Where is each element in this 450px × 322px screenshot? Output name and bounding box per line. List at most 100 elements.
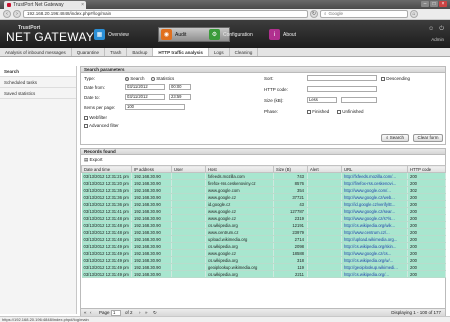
next-page-icon[interactable]: › xyxy=(139,309,141,316)
last-page-icon[interactable]: » xyxy=(145,309,148,316)
advanced-filter-toggle[interactable]: Advanced filter xyxy=(84,123,119,128)
table-cell[interactable]: http://cs.wikipedia.org/skin... xyxy=(341,242,408,250)
table-cell[interactable]: http://cs.wikipedia.org/... xyxy=(341,270,408,278)
table-row[interactable]: 03/13/2012 12:31:48 pm 192.168.30.90 cs.wi… xyxy=(81,221,446,229)
nav-about[interactable]: i About xyxy=(267,27,315,42)
nav-configuration[interactable]: ⚙ Configuration xyxy=(207,27,269,42)
home-icon[interactable]: ⌂ xyxy=(410,10,418,18)
browser-search-input[interactable]: ⌕ Google xyxy=(320,10,408,18)
table-row[interactable]: 03/13/2012 12:31:21 pm 192.168.30.90 fxfee… xyxy=(81,172,446,180)
column-header[interactable]: User xyxy=(171,165,206,173)
table-cell[interactable]: http://www.google.cz/web... xyxy=(341,193,408,201)
user-icon[interactable]: ☺ xyxy=(428,26,434,33)
table-cell: www.google.com xyxy=(205,186,274,194)
column-header[interactable]: Alert xyxy=(307,165,342,173)
column-header[interactable]: IP address xyxy=(131,165,172,173)
date-to-input[interactable]: 03/11/2012 xyxy=(125,94,165,100)
minimize-icon[interactable]: – xyxy=(421,1,429,7)
browser-tab[interactable]: TrustPort Net Gateway × xyxy=(4,1,86,9)
table-row[interactable]: 03/13/2012 12:31:49 pm 192.168.30.90 cs.wi… xyxy=(81,270,446,278)
descending-checkbox[interactable]: Descending xyxy=(381,76,410,81)
subtab-http-traffic[interactable]: HTTP traffic analysis xyxy=(153,48,209,56)
items-per-page-select[interactable]: 100 xyxy=(125,104,185,110)
table-row[interactable]: 03/13/2012 12:31:49 pm 192.168.30.90 www.g… xyxy=(81,249,446,257)
table-cell xyxy=(171,207,206,215)
table-cell xyxy=(171,193,206,201)
table-row[interactable]: 03/13/2012 12:31:36 pm 192.168.30.90 id.go… xyxy=(81,200,446,208)
table-cell[interactable]: http://www.google.cz/s?/s... xyxy=(341,214,408,222)
table-row[interactable]: 03/13/2012 12:31:48 pm 192.168.30.90 www.g… xyxy=(81,214,446,222)
prev-page-icon[interactable]: ‹ xyxy=(90,309,92,316)
tab-title: TrustPort Net Gateway xyxy=(13,2,64,8)
table-cell: 192.168.30.90 xyxy=(131,256,172,264)
descending-label: Descending xyxy=(386,76,411,81)
reload-icon[interactable]: ↻ xyxy=(310,10,318,18)
column-header[interactable]: Size (B) xyxy=(273,165,308,173)
table-cell[interactable]: http://upload.wikimedia.org... xyxy=(341,235,408,243)
table-row[interactable]: 03/13/2012 12:31:49 pm 192.168.30.90 cs.wi… xyxy=(81,256,446,264)
table-cell: 200 xyxy=(407,242,446,250)
size-input[interactable] xyxy=(341,97,377,103)
sidebar-item-saved-statistics[interactable]: Saved statistics xyxy=(0,88,76,99)
table-row[interactable]: 03/13/2012 12:31:49 pm 192.168.30.90 geoip… xyxy=(81,263,446,271)
type-search-radio[interactable]: Search xyxy=(125,76,145,81)
maximize-icon[interactable]: □ xyxy=(430,1,438,7)
column-header[interactable]: HTTP code xyxy=(407,165,446,173)
column-header[interactable]: Date and time xyxy=(81,165,132,173)
first-page-icon[interactable]: « xyxy=(84,309,87,316)
table-row[interactable]: 03/13/2012 12:31:36 pm 192.168.30.90 www.g… xyxy=(81,193,446,201)
table-cell[interactable]: http://www.google.cz/cs... xyxy=(341,249,408,257)
type-statistics-radio[interactable]: Statistics xyxy=(151,76,174,81)
table-cell[interactable]: http://www.centrum.cz/... xyxy=(341,228,408,236)
subtab-quarantine[interactable]: Quarantine xyxy=(72,48,106,56)
table-cell xyxy=(171,172,206,180)
power-icon[interactable]: ⏻ xyxy=(439,26,444,33)
size-operator-select[interactable]: Less xyxy=(307,97,337,103)
time-to-input[interactable]: 23:59 xyxy=(169,94,191,100)
sort-select[interactable] xyxy=(307,75,377,81)
table-row[interactable]: 03/13/2012 12:31:20 pm 192.168.30.90 firef… xyxy=(81,179,446,187)
column-header[interactable]: URL xyxy=(341,165,408,173)
sidebar-item-search[interactable]: Search xyxy=(0,66,76,77)
back-icon[interactable]: ‹ xyxy=(3,10,11,18)
table-row[interactable]: 03/13/2012 12:31:48 pm 192.168.30.90 uploa… xyxy=(81,235,446,243)
table-cell[interactable]: http://geoiplookup.wikimedi... xyxy=(341,263,408,271)
address-bar[interactable]: 192.168.20.196:4848/index.php#/log/main xyxy=(23,10,308,18)
subtab-backup[interactable]: Backup xyxy=(127,48,154,56)
close-window-icon[interactable]: × xyxy=(439,1,447,7)
finished-checkbox[interactable]: Finished xyxy=(307,109,329,114)
table-cell[interactable]: http://fxfeeds.mozilla.com/... xyxy=(341,172,408,180)
table-row[interactable]: 03/13/2012 12:31:48 pm 192.168.30.90 www.c… xyxy=(81,228,446,236)
refresh-icon[interactable]: ↻ xyxy=(153,309,157,316)
nav-overview[interactable]: ▦ Overview xyxy=(92,27,146,42)
table-row[interactable]: 03/13/2012 12:31:41 pm 192.168.30.90 www.g… xyxy=(81,207,446,215)
table-cell[interactable]: http://firefox-rss.ceskenovi... xyxy=(341,179,408,187)
subtab-trash[interactable]: Trash xyxy=(105,48,128,56)
sidebar-item-scheduled-tasks[interactable]: Scheduled tasks xyxy=(0,77,76,88)
table-row[interactable]: 03/13/2012 12:31:35 pm 192.168.30.90 www.g… xyxy=(81,186,446,194)
http-code-input[interactable] xyxy=(307,86,377,92)
table-cell[interactable]: http://cs.wikipedia.org/w/... xyxy=(341,256,408,264)
forward-icon[interactable]: › xyxy=(13,10,21,18)
table-cell[interactable]: http://www.google.cz/sear... xyxy=(341,207,408,215)
tab-close-icon[interactable]: × xyxy=(81,2,84,8)
table-cell[interactable]: http://cs.wikipedia.org/wik... xyxy=(341,221,408,229)
subtab-logs[interactable]: Logs xyxy=(209,48,230,56)
clear-form-button[interactable]: Clear form xyxy=(413,134,443,142)
unfinished-checkbox[interactable]: Unfinished xyxy=(337,109,364,114)
subtab-inbound[interactable]: Analysis of inbound messages xyxy=(0,48,72,56)
table-cell: 192.168.30.90 xyxy=(131,270,172,278)
table-cell[interactable]: http://id.google.cz/verify/E... xyxy=(341,200,408,208)
search-button[interactable]: ⌕ Search xyxy=(381,134,409,142)
column-header[interactable]: Host xyxy=(205,165,274,173)
date-from-input[interactable]: 03/11/2012 xyxy=(125,84,165,90)
subtab-cleaning[interactable]: Cleaning xyxy=(230,48,259,56)
table-row[interactable]: 03/13/2012 12:31:49 pm 192.168.30.90 cs.wi… xyxy=(81,242,446,250)
webfilter-toggle[interactable]: Webfilter xyxy=(84,115,107,120)
export-button[interactable]: ▤ Export xyxy=(84,157,103,163)
table-cell: firefox-rss.ceskenoviny.cz xyxy=(205,179,274,187)
webfilter-label: Webfilter xyxy=(89,115,107,120)
table-cell[interactable]: http://www.google.com/... xyxy=(341,186,408,194)
table-cell: 200 xyxy=(407,270,446,278)
time-from-input[interactable]: 00:00 xyxy=(169,84,191,90)
